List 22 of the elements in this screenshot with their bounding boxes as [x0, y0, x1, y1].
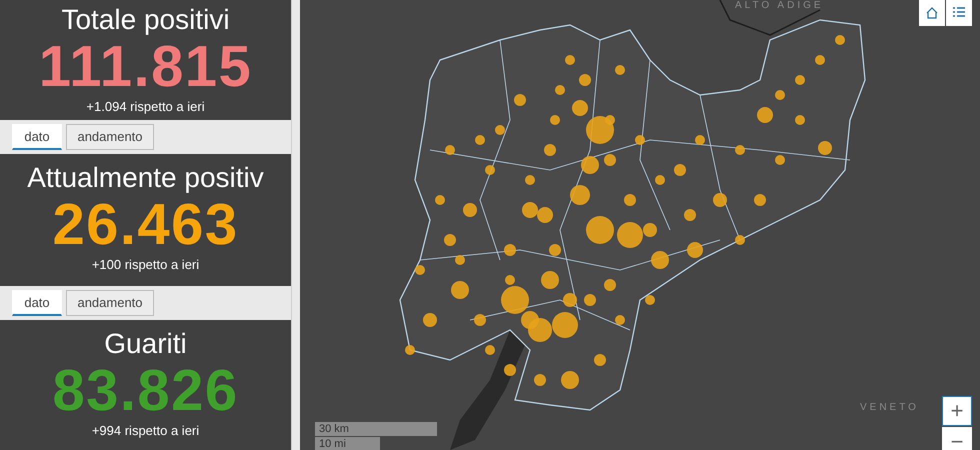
- stat-title: Attualmente positiv: [27, 162, 264, 194]
- legend-button[interactable]: [946, 0, 972, 26]
- stat-value: 83.826: [52, 360, 239, 422]
- stat-title: Totale positivi: [61, 4, 230, 36]
- view-tab[interactable]: andamento: [66, 124, 154, 150]
- stat-value: 111.815: [38, 36, 252, 98]
- zoom-out-button[interactable]: −: [942, 427, 972, 450]
- stat-delta: +1.094 rispetto a ieri: [86, 98, 205, 116]
- region-label: ALTO ADIGE: [735, 0, 824, 11]
- view-tab[interactable]: dato: [12, 290, 62, 316]
- stat-value: 26.463: [52, 194, 239, 256]
- home-button[interactable]: [919, 0, 945, 26]
- stat-delta: +100 rispetto a ieri: [92, 256, 200, 274]
- stat-title: Guariti: [104, 328, 187, 360]
- scale-bar: 10 mi: [315, 437, 380, 450]
- view-tab[interactable]: dato: [12, 124, 62, 150]
- view-tab[interactable]: andamento: [66, 290, 154, 316]
- scale-bar: 30 km: [315, 422, 437, 436]
- home-icon: [925, 6, 939, 20]
- region-label: VENETO: [860, 401, 919, 415]
- zoom-in-button[interactable]: +: [942, 396, 972, 426]
- stat-delta: +994 rispetto a ieri: [92, 422, 200, 440]
